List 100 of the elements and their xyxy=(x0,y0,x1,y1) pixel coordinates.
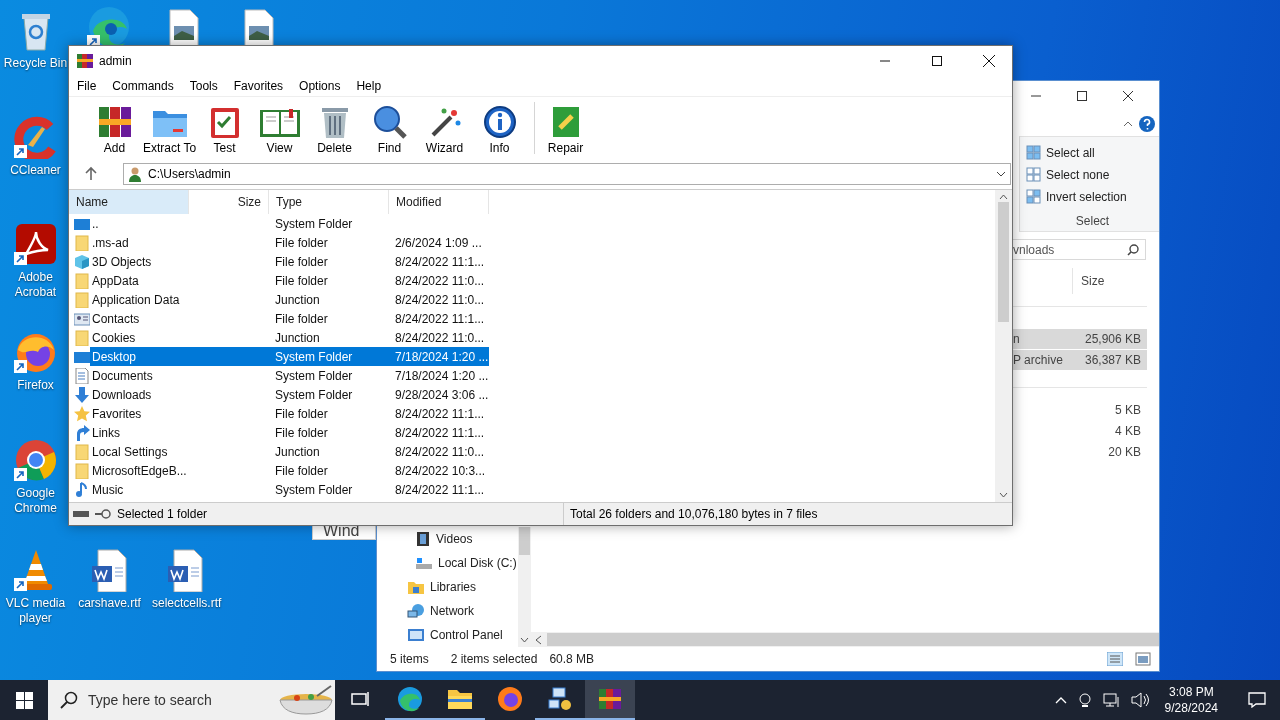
file-name: Downloads xyxy=(91,387,153,402)
column-header[interactable]: Size xyxy=(1072,268,1149,294)
vertical-scrollbar[interactable] xyxy=(518,527,531,647)
nav-item[interactable]: Local Disk (C:) xyxy=(377,551,518,575)
toolbar-button[interactable]: Wizard xyxy=(417,99,472,157)
network-icon[interactable] xyxy=(1102,692,1121,708)
status-text: 5 items xyxy=(390,652,429,666)
file-row[interactable]: n 25,906 KB xyxy=(1013,329,1147,349)
help-icon[interactable] xyxy=(1139,115,1155,132)
nav-item[interactable]: Videos xyxy=(377,527,518,551)
file-row[interactable]: Documents System Folder 7/18/2024 1:20 ... xyxy=(90,366,489,385)
column-header[interactable]: Name xyxy=(69,190,189,214)
nav-item[interactable]: Control Panel xyxy=(377,623,518,647)
ribbon-command[interactable]: Select all xyxy=(1026,142,1159,164)
taskbar-app-button[interactable] xyxy=(585,680,635,720)
path-field[interactable]: C:\Users\admin xyxy=(123,163,1011,185)
nav-item[interactable]: Network xyxy=(377,599,518,623)
file-type: File folder xyxy=(274,273,329,288)
firefox-icon xyxy=(497,686,523,712)
clock[interactable]: 3:08 PM 9/28/2024 xyxy=(1158,684,1224,716)
file-row[interactable]: .ms-ad File folder 2/6/2024 1:09 ... xyxy=(90,233,489,252)
toolbar-button[interactable]: Delete xyxy=(307,99,362,157)
clipboard-check-icon xyxy=(208,105,241,139)
scrollbar-thumb[interactable] xyxy=(547,633,1159,646)
menu-item[interactable]: Tools xyxy=(189,79,218,93)
search-icon xyxy=(1127,243,1139,256)
desktop-icon-label[interactable]: Google Chrome xyxy=(2,486,69,516)
menu-item[interactable]: Help xyxy=(356,79,382,93)
speaker-icon[interactable] xyxy=(1130,692,1149,708)
file-row[interactable]: Music System Folder 8/24/2022 11:1... xyxy=(90,480,489,499)
menu-item[interactable]: File xyxy=(77,79,97,93)
file-row[interactable]: AppData File folder 8/24/2022 11:0... xyxy=(90,271,489,290)
file-modified: 8/24/2022 11:0... xyxy=(394,444,486,459)
toolbar-button[interactable]: Repair xyxy=(538,99,593,157)
file-row[interactable]: Contacts File folder 8/24/2022 11:1... xyxy=(90,309,489,328)
scroll-down-icon[interactable] xyxy=(999,492,1008,498)
toolbar-button[interactable]: Info xyxy=(472,99,527,157)
scroll-up-icon[interactable] xyxy=(999,194,1008,200)
up-arrow-button[interactable] xyxy=(83,165,99,183)
ribbon-command[interactable]: Select none xyxy=(1026,164,1159,186)
file-row[interactable]: Application Data Junction 8/24/2022 11:0... xyxy=(90,290,489,309)
ribbon-command[interactable]: Invert selection xyxy=(1026,186,1159,208)
file-row[interactable]: Favorites File folder 8/24/2022 11:1... xyxy=(90,404,489,423)
file-row[interactable]: 4 KB xyxy=(1013,421,1147,441)
browser-icon xyxy=(397,686,423,712)
scroll-down-icon[interactable] xyxy=(520,637,529,643)
nav-label: Videos xyxy=(436,532,473,546)
collapse-ribbon-icon[interactable] xyxy=(1123,120,1133,127)
vertical-scrollbar[interactable] xyxy=(995,190,1012,502)
file-row[interactable]: P archive 36,387 KB xyxy=(1013,350,1147,370)
file-name: n xyxy=(1013,332,1020,346)
desktop-icon-label[interactable]: CCleaner xyxy=(10,163,61,178)
file-row[interactable]: Cookies Junction 8/24/2022 11:0... xyxy=(90,328,489,347)
drive-icon xyxy=(415,555,433,571)
toolbar-button[interactable]: Add xyxy=(87,99,142,157)
taskbar-search-field[interactable]: Type here to search xyxy=(48,680,335,720)
file-type: System Folder xyxy=(274,368,354,383)
desktop-icon-label[interactable]: VLC media player xyxy=(2,596,69,626)
file-modified: 8/24/2022 11:1... xyxy=(394,311,486,326)
toolbar-button[interactable]: Find xyxy=(362,99,417,157)
desktop-icon-label[interactable]: carshave.rtf xyxy=(78,596,141,611)
search-field[interactable]: vnloads xyxy=(1013,239,1146,260)
menu-item[interactable]: Favorites xyxy=(233,79,284,93)
file-name: MicrosoftEdgeB... xyxy=(91,463,188,478)
bowl-icon xyxy=(277,684,335,716)
file-row[interactable]: MicrosoftEdgeB... File folder 8/24/2022 10:3... xyxy=(90,461,489,480)
nav-label: Libraries xyxy=(430,580,477,594)
file-row[interactable]: 3D Objects File folder 8/24/2022 11:1... xyxy=(90,252,489,271)
menu-item[interactable]: Commands xyxy=(112,79,174,93)
grid-select-icon xyxy=(1026,167,1042,183)
toolbar-button[interactable]: View xyxy=(252,99,307,157)
horizontal-scrollbar[interactable] xyxy=(531,632,1159,647)
windows-logo-icon xyxy=(15,691,33,709)
menu-item[interactable]: Options xyxy=(299,79,341,93)
toolbar-button[interactable]: Test xyxy=(197,99,252,157)
file-row[interactable]: Local Settings Junction 8/24/2022 11:0... xyxy=(90,442,489,461)
nav-item[interactable]: Libraries xyxy=(377,575,518,599)
close-icon xyxy=(1123,91,1133,101)
file-name: Music xyxy=(91,482,125,497)
chevron-up-icon[interactable] xyxy=(1054,696,1067,704)
file-row[interactable]: .. System Folder xyxy=(90,214,489,233)
file-row[interactable]: Desktop System Folder 7/18/2024 1:20 ... xyxy=(90,347,489,366)
file-row[interactable]: Links File folder 8/24/2022 11:1... xyxy=(90,423,489,442)
shortcut-arrow-icon xyxy=(13,252,27,265)
toolbar-button[interactable]: Extract To xyxy=(142,99,197,157)
scrollbar-thumb[interactable] xyxy=(519,527,530,555)
webcam-icon[interactable] xyxy=(1076,692,1093,708)
file-modified: 9/28/2024 3:06 ... xyxy=(394,387,489,402)
desktop-icon-label[interactable]: Adobe Acrobat xyxy=(2,270,69,300)
file-row[interactable]: 5 KB xyxy=(1013,400,1147,420)
key-icon xyxy=(95,509,111,519)
file-row[interactable]: 20 KB xyxy=(1013,442,1147,462)
desktop-icon-label[interactable]: Recycle Bin xyxy=(3,56,68,71)
desktop-icon-label[interactable]: Firefox xyxy=(17,378,54,393)
scrollbar-thumb[interactable] xyxy=(998,202,1009,322)
download-arrow-icon xyxy=(74,386,90,403)
file-size: 25,906 KB xyxy=(1084,332,1141,346)
file-row[interactable]: Downloads System Folder 9/28/2024 3:06 ... xyxy=(90,385,489,404)
thumbnail-view-icon[interactable] xyxy=(1135,652,1151,666)
maximize-icon xyxy=(1077,91,1087,101)
